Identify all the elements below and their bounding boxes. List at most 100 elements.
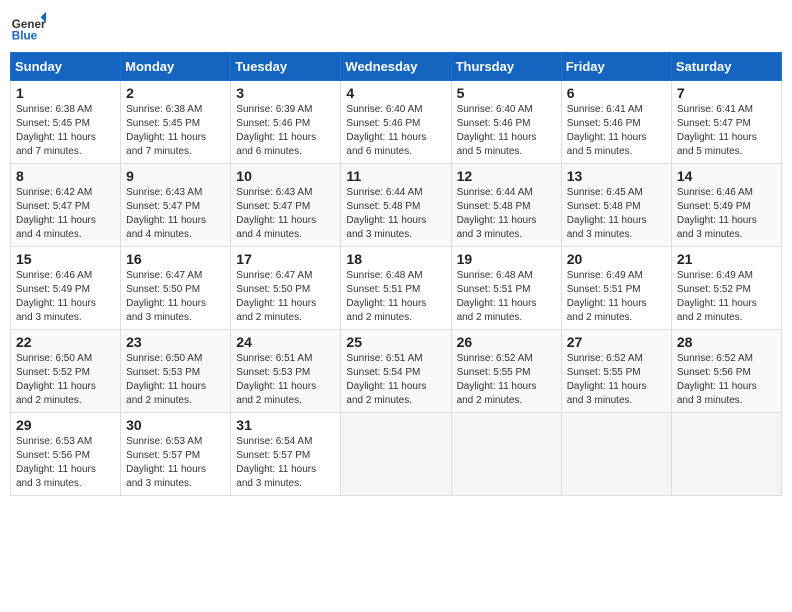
day-info: Sunrise: 6:44 AMSunset: 5:48 PMDaylight:…: [457, 186, 556, 242]
day-number: 10: [236, 168, 335, 184]
day-info: Sunrise: 6:40 AMSunset: 5:46 PMDaylight:…: [346, 103, 445, 159]
day-number: 6: [567, 85, 666, 101]
day-info: Sunrise: 6:53 AMSunset: 5:57 PMDaylight:…: [126, 435, 225, 491]
day-info: Sunrise: 6:52 AMSunset: 5:55 PMDaylight:…: [567, 352, 666, 408]
day-info: Sunrise: 6:46 AMSunset: 5:49 PMDaylight:…: [677, 186, 776, 242]
calendar-cell: 29 Sunrise: 6:53 AMSunset: 5:56 PMDaylig…: [11, 413, 121, 496]
day-info: Sunrise: 6:51 AMSunset: 5:54 PMDaylight:…: [346, 352, 445, 408]
calendar-table: SundayMondayTuesdayWednesdayThursdayFrid…: [10, 52, 782, 496]
day-info: Sunrise: 6:47 AMSunset: 5:50 PMDaylight:…: [236, 269, 335, 325]
day-number: 12: [457, 168, 556, 184]
weekday-header-thursday: Thursday: [451, 53, 561, 81]
calendar-cell: 18 Sunrise: 6:48 AMSunset: 5:51 PMDaylig…: [341, 247, 451, 330]
day-number: 29: [16, 417, 115, 433]
day-info: Sunrise: 6:48 AMSunset: 5:51 PMDaylight:…: [346, 269, 445, 325]
calendar-cell: 22 Sunrise: 6:50 AMSunset: 5:52 PMDaylig…: [11, 330, 121, 413]
calendar-cell: [451, 413, 561, 496]
day-number: 31: [236, 417, 335, 433]
day-number: 11: [346, 168, 445, 184]
calendar-cell: 17 Sunrise: 6:47 AMSunset: 5:50 PMDaylig…: [231, 247, 341, 330]
page-header: General Blue: [10, 10, 782, 46]
day-info: Sunrise: 6:49 AMSunset: 5:51 PMDaylight:…: [567, 269, 666, 325]
calendar-week-row: 8 Sunrise: 6:42 AMSunset: 5:47 PMDayligh…: [11, 164, 782, 247]
calendar-cell: 10 Sunrise: 6:43 AMSunset: 5:47 PMDaylig…: [231, 164, 341, 247]
calendar-week-row: 1 Sunrise: 6:38 AMSunset: 5:45 PMDayligh…: [11, 81, 782, 164]
day-number: 22: [16, 334, 115, 350]
day-info: Sunrise: 6:42 AMSunset: 5:47 PMDaylight:…: [16, 186, 115, 242]
day-number: 21: [677, 251, 776, 267]
day-info: Sunrise: 6:44 AMSunset: 5:48 PMDaylight:…: [346, 186, 445, 242]
weekday-header-monday: Monday: [121, 53, 231, 81]
day-info: Sunrise: 6:52 AMSunset: 5:55 PMDaylight:…: [457, 352, 556, 408]
day-number: 23: [126, 334, 225, 350]
weekday-header-tuesday: Tuesday: [231, 53, 341, 81]
calendar-cell: 13 Sunrise: 6:45 AMSunset: 5:48 PMDaylig…: [561, 164, 671, 247]
day-number: 14: [677, 168, 776, 184]
day-number: 2: [126, 85, 225, 101]
calendar-cell: 20 Sunrise: 6:49 AMSunset: 5:51 PMDaylig…: [561, 247, 671, 330]
day-number: 30: [126, 417, 225, 433]
calendar-week-row: 22 Sunrise: 6:50 AMSunset: 5:52 PMDaylig…: [11, 330, 782, 413]
day-info: Sunrise: 6:45 AMSunset: 5:48 PMDaylight:…: [567, 186, 666, 242]
day-number: 7: [677, 85, 776, 101]
day-info: Sunrise: 6:40 AMSunset: 5:46 PMDaylight:…: [457, 103, 556, 159]
day-info: Sunrise: 6:41 AMSunset: 5:46 PMDaylight:…: [567, 103, 666, 159]
calendar-cell: 24 Sunrise: 6:51 AMSunset: 5:53 PMDaylig…: [231, 330, 341, 413]
calendar-cell: 2 Sunrise: 6:38 AMSunset: 5:45 PMDayligh…: [121, 81, 231, 164]
calendar-cell: 30 Sunrise: 6:53 AMSunset: 5:57 PMDaylig…: [121, 413, 231, 496]
day-number: 9: [126, 168, 225, 184]
weekday-header-saturday: Saturday: [671, 53, 781, 81]
calendar-cell: 8 Sunrise: 6:42 AMSunset: 5:47 PMDayligh…: [11, 164, 121, 247]
calendar-cell: 4 Sunrise: 6:40 AMSunset: 5:46 PMDayligh…: [341, 81, 451, 164]
day-number: 15: [16, 251, 115, 267]
day-info: Sunrise: 6:43 AMSunset: 5:47 PMDaylight:…: [236, 186, 335, 242]
calendar-cell: 15 Sunrise: 6:46 AMSunset: 5:49 PMDaylig…: [11, 247, 121, 330]
day-number: 18: [346, 251, 445, 267]
calendar-cell: [341, 413, 451, 496]
day-number: 3: [236, 85, 335, 101]
day-number: 24: [236, 334, 335, 350]
day-info: Sunrise: 6:50 AMSunset: 5:52 PMDaylight:…: [16, 352, 115, 408]
day-number: 28: [677, 334, 776, 350]
calendar-cell: 28 Sunrise: 6:52 AMSunset: 5:56 PMDaylig…: [671, 330, 781, 413]
logo-icon: General Blue: [10, 10, 46, 46]
calendar-cell: 31 Sunrise: 6:54 AMSunset: 5:57 PMDaylig…: [231, 413, 341, 496]
day-number: 8: [16, 168, 115, 184]
logo: General Blue: [10, 10, 46, 46]
calendar-cell: 19 Sunrise: 6:48 AMSunset: 5:51 PMDaylig…: [451, 247, 561, 330]
weekday-header-friday: Friday: [561, 53, 671, 81]
calendar-week-row: 29 Sunrise: 6:53 AMSunset: 5:56 PMDaylig…: [11, 413, 782, 496]
day-info: Sunrise: 6:43 AMSunset: 5:47 PMDaylight:…: [126, 186, 225, 242]
calendar-week-row: 15 Sunrise: 6:46 AMSunset: 5:49 PMDaylig…: [11, 247, 782, 330]
calendar-cell: 1 Sunrise: 6:38 AMSunset: 5:45 PMDayligh…: [11, 81, 121, 164]
calendar-cell: [561, 413, 671, 496]
day-info: Sunrise: 6:54 AMSunset: 5:57 PMDaylight:…: [236, 435, 335, 491]
day-number: 25: [346, 334, 445, 350]
weekday-header-wednesday: Wednesday: [341, 53, 451, 81]
day-number: 1: [16, 85, 115, 101]
calendar-cell: 6 Sunrise: 6:41 AMSunset: 5:46 PMDayligh…: [561, 81, 671, 164]
calendar-cell: 26 Sunrise: 6:52 AMSunset: 5:55 PMDaylig…: [451, 330, 561, 413]
day-number: 16: [126, 251, 225, 267]
calendar-cell: [671, 413, 781, 496]
calendar-cell: 14 Sunrise: 6:46 AMSunset: 5:49 PMDaylig…: [671, 164, 781, 247]
day-number: 5: [457, 85, 556, 101]
svg-text:Blue: Blue: [12, 30, 38, 43]
calendar-cell: 11 Sunrise: 6:44 AMSunset: 5:48 PMDaylig…: [341, 164, 451, 247]
day-number: 17: [236, 251, 335, 267]
day-info: Sunrise: 6:49 AMSunset: 5:52 PMDaylight:…: [677, 269, 776, 325]
day-info: Sunrise: 6:38 AMSunset: 5:45 PMDaylight:…: [126, 103, 225, 159]
day-number: 26: [457, 334, 556, 350]
day-number: 4: [346, 85, 445, 101]
calendar-cell: 5 Sunrise: 6:40 AMSunset: 5:46 PMDayligh…: [451, 81, 561, 164]
day-info: Sunrise: 6:46 AMSunset: 5:49 PMDaylight:…: [16, 269, 115, 325]
calendar-cell: 16 Sunrise: 6:47 AMSunset: 5:50 PMDaylig…: [121, 247, 231, 330]
calendar-cell: 12 Sunrise: 6:44 AMSunset: 5:48 PMDaylig…: [451, 164, 561, 247]
calendar-cell: 25 Sunrise: 6:51 AMSunset: 5:54 PMDaylig…: [341, 330, 451, 413]
calendar-cell: 23 Sunrise: 6:50 AMSunset: 5:53 PMDaylig…: [121, 330, 231, 413]
day-number: 27: [567, 334, 666, 350]
calendar-cell: 21 Sunrise: 6:49 AMSunset: 5:52 PMDaylig…: [671, 247, 781, 330]
day-info: Sunrise: 6:47 AMSunset: 5:50 PMDaylight:…: [126, 269, 225, 325]
calendar-cell: 27 Sunrise: 6:52 AMSunset: 5:55 PMDaylig…: [561, 330, 671, 413]
calendar-cell: 3 Sunrise: 6:39 AMSunset: 5:46 PMDayligh…: [231, 81, 341, 164]
